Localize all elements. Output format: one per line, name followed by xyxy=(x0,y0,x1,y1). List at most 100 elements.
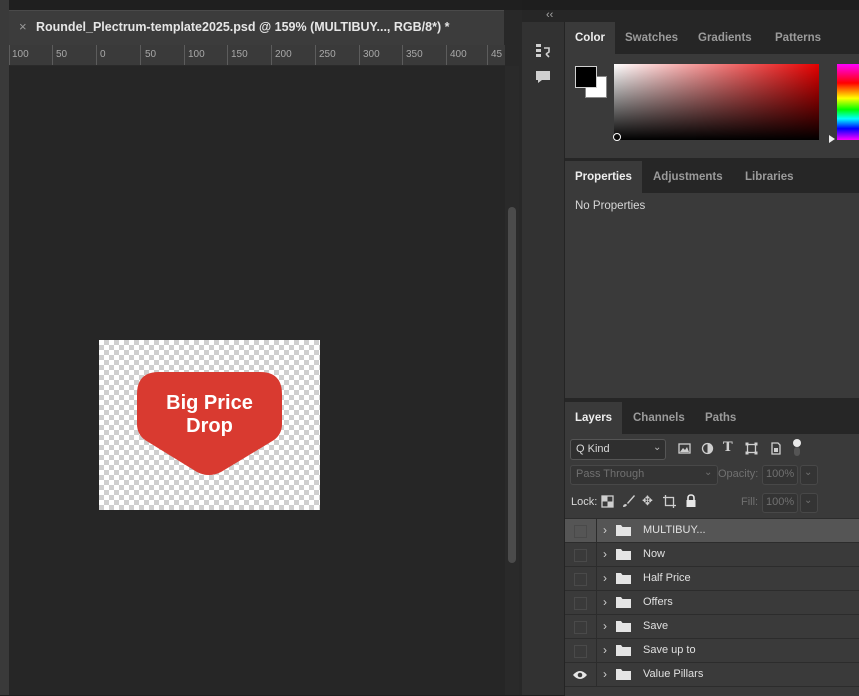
lock-position-icon[interactable]: ✥ xyxy=(642,493,653,509)
ruler-label: 100 xyxy=(188,49,205,60)
visibility-toggle[interactable] xyxy=(565,567,597,590)
visibility-toggle[interactable] xyxy=(565,519,597,542)
layer-name: Now xyxy=(643,548,666,560)
chevron-right-icon[interactable]: › xyxy=(603,667,607,681)
tab-close-icon[interactable]: × xyxy=(19,19,27,34)
layer-filter-kind-select[interactable]: Q Kind ⌄ xyxy=(570,439,666,460)
folder-icon xyxy=(616,549,631,560)
chevron-down-icon: ⌄ xyxy=(653,442,662,453)
chevron-down-icon: ⌄ xyxy=(804,467,813,478)
ruler-label: 300 xyxy=(363,49,380,60)
layer-name: Half Price xyxy=(643,572,691,584)
ruler-label: 350 xyxy=(406,49,423,60)
visibility-toggle[interactable] xyxy=(565,543,597,566)
color-panel-tabs: Color Swatches Gradients Patterns xyxy=(565,22,859,54)
tab-patterns[interactable]: Patterns xyxy=(765,22,831,54)
chevron-right-icon[interactable]: › xyxy=(603,595,607,609)
ruler-tick xyxy=(446,45,447,65)
shape-layer-filter-icon[interactable] xyxy=(745,442,758,455)
fill-label: Fill: xyxy=(741,496,759,508)
visibility-toggle[interactable] xyxy=(565,591,597,614)
layer-name: Save up to xyxy=(643,644,696,656)
ruler-tick xyxy=(96,45,97,65)
visibility-box xyxy=(574,645,587,658)
fill-slider-toggle[interactable]: ⌄ xyxy=(800,493,818,513)
layer-row-multibuy[interactable]: › MULTIBUY... xyxy=(565,518,859,542)
tab-properties[interactable]: Properties xyxy=(565,161,642,193)
artboard-canvas[interactable]: Big Price Drop xyxy=(99,340,320,510)
lock-transparent-pixels-icon[interactable] xyxy=(601,495,614,508)
smart-object-filter-icon[interactable] xyxy=(769,442,782,455)
blend-mode-select[interactable]: Pass Through ⌄ xyxy=(570,465,718,485)
roundel-line-2: Drop xyxy=(186,415,233,437)
opacity-input[interactable]: 100% xyxy=(762,465,798,485)
opacity-slider-toggle[interactable]: ⌄ xyxy=(800,465,818,485)
layer-row-offers[interactable]: › Offers xyxy=(565,590,859,614)
eye-icon xyxy=(573,671,587,679)
fill-value: 100% xyxy=(766,496,795,508)
hue-slider-marker[interactable] xyxy=(829,135,835,143)
layer-row-save[interactable]: › Save xyxy=(565,614,859,638)
chevron-right-icon[interactable]: › xyxy=(603,523,607,537)
visibility-box xyxy=(574,549,587,562)
adjustment-layer-filter-icon[interactable] xyxy=(701,442,714,455)
scrollbar-thumb[interactable] xyxy=(508,207,516,563)
folder-icon xyxy=(616,621,631,632)
ruler-label: 100 xyxy=(12,49,29,60)
lock-all-icon[interactable] xyxy=(685,494,697,508)
folder-icon xyxy=(616,645,631,656)
ruler-tick xyxy=(184,45,185,65)
visibility-box xyxy=(574,621,587,634)
folder-icon xyxy=(616,525,631,536)
color-picker-field[interactable] xyxy=(614,64,819,140)
layer-row-half-price[interactable]: › Half Price xyxy=(565,566,859,590)
pixel-layer-filter-icon[interactable] xyxy=(678,442,691,455)
collapse-panels-button[interactable]: ‹‹ xyxy=(546,9,553,21)
hue-slider[interactable] xyxy=(837,64,859,140)
chevron-right-icon[interactable]: › xyxy=(603,571,607,585)
ruler-tick xyxy=(52,45,53,65)
tab-adjustments[interactable]: Adjustments xyxy=(643,161,733,193)
ruler-tick xyxy=(271,45,272,65)
tab-color[interactable]: Color xyxy=(565,22,616,54)
foreground-color-swatch[interactable] xyxy=(575,66,597,88)
folder-icon xyxy=(616,573,631,584)
comment-icon[interactable] xyxy=(534,69,552,85)
layer-name: Value Pillars xyxy=(643,668,704,680)
layer-row-now[interactable]: › Now xyxy=(565,542,859,566)
tab-libraries[interactable]: Libraries xyxy=(735,161,804,193)
folder-icon xyxy=(616,597,631,608)
color-picker-cursor[interactable] xyxy=(613,133,621,141)
type-layer-filter-icon[interactable]: T xyxy=(723,440,733,455)
visibility-toggle[interactable] xyxy=(565,615,597,638)
tab-paths[interactable]: Paths xyxy=(695,402,746,434)
layer-row-value-pillars[interactable]: › Value Pillars xyxy=(565,662,859,686)
ruler-label: 250 xyxy=(319,49,336,60)
layer-row-save-up-to[interactable]: › Save up to xyxy=(565,638,859,662)
horizontal-ruler[interactable]: 100 50 0 50 100 150 200 250 300 350 400 … xyxy=(9,45,505,66)
visibility-toggle[interactable] xyxy=(565,663,597,686)
fill-input[interactable]: 100% xyxy=(762,493,798,513)
tab-gradients[interactable]: Gradients xyxy=(688,22,762,54)
chevron-right-icon[interactable]: › xyxy=(603,547,607,561)
layer-name: Save xyxy=(643,620,669,632)
chevron-down-icon: ⌄ xyxy=(704,467,713,478)
ruler-tick xyxy=(402,45,403,65)
chevron-down-icon: ⌄ xyxy=(804,495,813,506)
visibility-toggle[interactable] xyxy=(565,639,597,662)
tab-layers[interactable]: Layers xyxy=(565,402,623,434)
opacity-label: Opacity: xyxy=(718,468,759,480)
lock-artboard-icon[interactable] xyxy=(663,495,676,508)
tab-swatches[interactable]: Swatches xyxy=(615,22,688,54)
panel-icon-strip xyxy=(522,22,565,695)
opacity-value: 100% xyxy=(766,468,795,480)
chevron-right-icon[interactable]: › xyxy=(603,619,607,633)
ruler-tick xyxy=(359,45,360,65)
history-icon[interactable] xyxy=(534,42,552,60)
tab-channels[interactable]: Channels xyxy=(623,402,695,434)
lock-image-pixels-icon[interactable] xyxy=(622,494,636,508)
document-tab[interactable]: × Roundel_Plectrum-template2025.psd @ 15… xyxy=(9,10,504,45)
no-properties-text: No Properties xyxy=(575,200,646,212)
filter-toggle-icon[interactable] xyxy=(792,438,802,458)
chevron-right-icon[interactable]: › xyxy=(603,643,607,657)
